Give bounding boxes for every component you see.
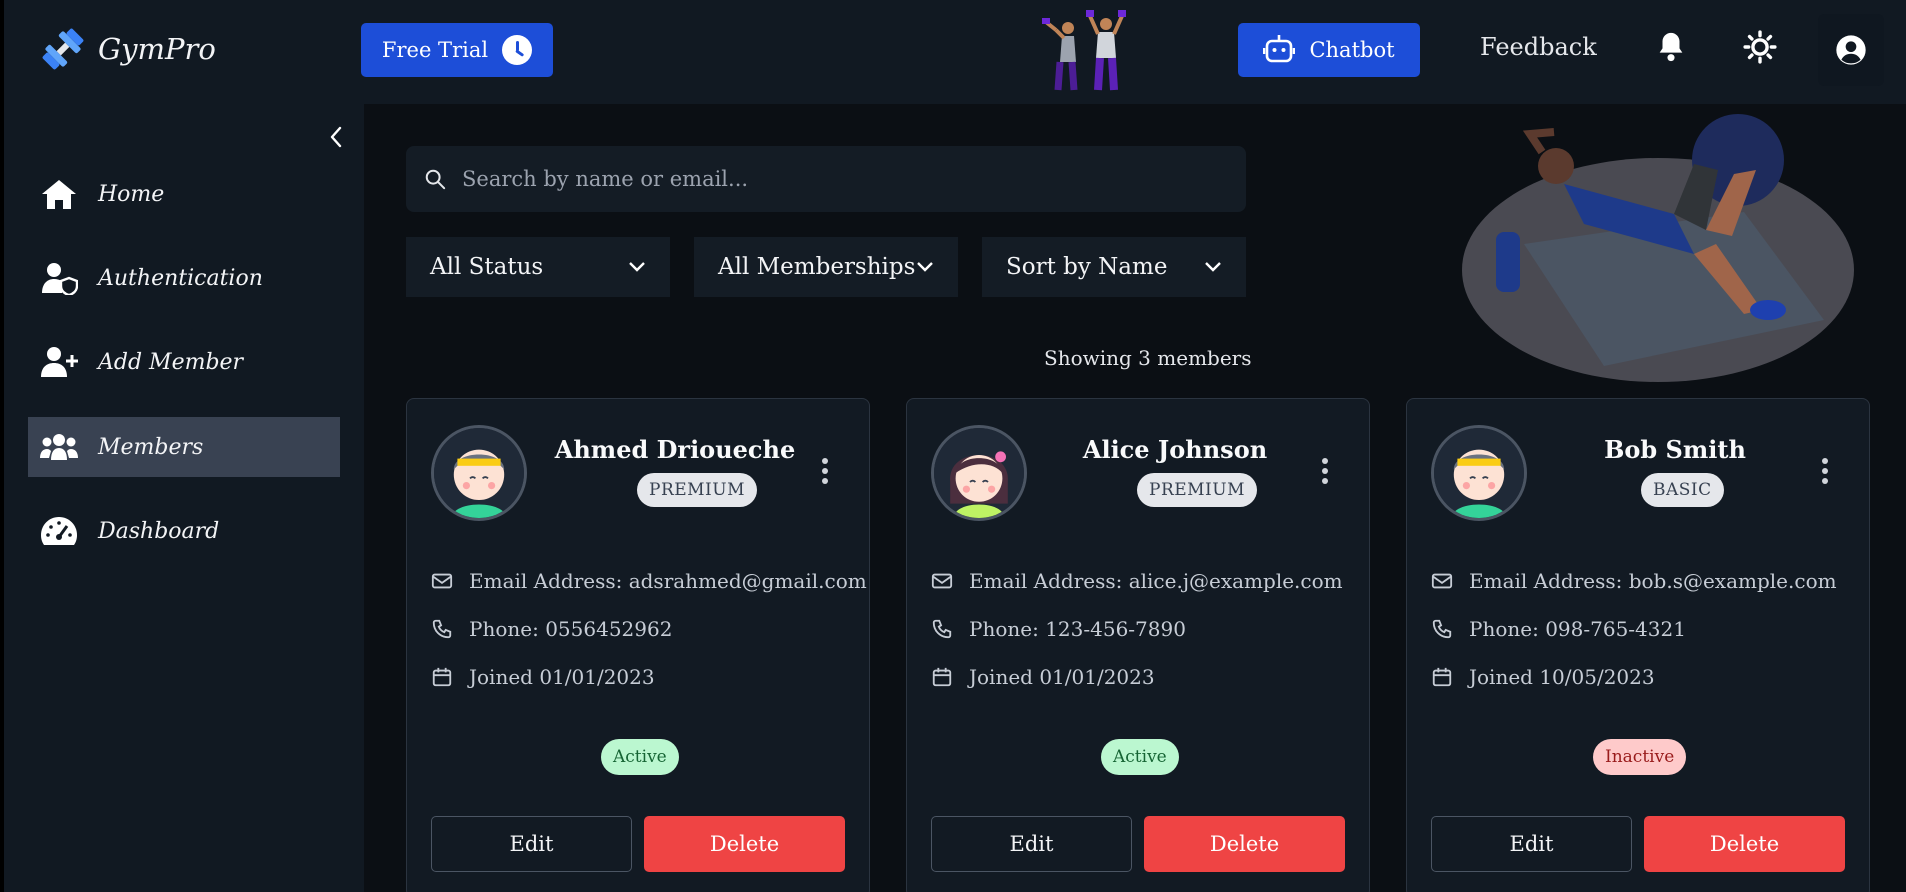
athletes-illustration bbox=[1042, 10, 1126, 91]
membership-badge: PREMIUM bbox=[1137, 473, 1258, 507]
sidebar-item-label: Home bbox=[98, 181, 165, 207]
edit-button[interactable]: Edit bbox=[431, 816, 632, 872]
free-trial-button[interactable]: Free Trial bbox=[361, 23, 553, 77]
bell-icon[interactable] bbox=[1654, 30, 1688, 64]
sidebar-item-dashboard[interactable]: Dashboard bbox=[28, 501, 340, 561]
membership-badge: PREMIUM bbox=[637, 473, 758, 507]
member-email: Email Address: adsrahmed@gmail.com bbox=[431, 569, 867, 593]
sidebar-item-home[interactable]: Home bbox=[28, 164, 340, 224]
sidebar-item-authentication[interactable]: Authentication bbox=[28, 248, 340, 308]
membership-filter-select[interactable]: All Memberships bbox=[694, 237, 958, 297]
sidebar-item-label: Dashboard bbox=[98, 518, 220, 544]
member-card: Bob Smith BASIC Email Address: bob.s@exa… bbox=[1406, 398, 1870, 892]
top-header: GymPro Free Trial Chatbot Feedback bbox=[4, 0, 1906, 104]
member-joined: Joined 01/01/2023 bbox=[931, 665, 1155, 689]
calendar-icon bbox=[432, 667, 452, 687]
chevron-down-icon bbox=[629, 262, 645, 272]
member-email: Email Address: alice.j@example.com bbox=[931, 569, 1343, 593]
user-plus-icon bbox=[41, 347, 78, 377]
avatar bbox=[931, 425, 1027, 521]
membership-filter-value: All Memberships bbox=[718, 254, 916, 280]
member-joined-text: Joined 01/01/2023 bbox=[969, 665, 1155, 689]
sun-icon[interactable] bbox=[1743, 30, 1777, 64]
member-phone: Phone: 123-456-7890 bbox=[931, 617, 1186, 641]
calendar-icon bbox=[1432, 667, 1452, 687]
mail-icon bbox=[1431, 573, 1453, 589]
profile-button[interactable] bbox=[1818, 14, 1884, 86]
member-email-text: Email Address: bob.s@example.com bbox=[1469, 569, 1837, 593]
sort-value: Sort by Name bbox=[1006, 254, 1168, 280]
member-phone-text: Phone: 123-456-7890 bbox=[969, 617, 1186, 641]
member-phone-text: Phone: 098-765-4321 bbox=[1469, 617, 1686, 641]
clock-icon bbox=[502, 35, 533, 65]
free-trial-label: Free Trial bbox=[381, 38, 489, 62]
sidebar-item-label: Authentication bbox=[98, 265, 263, 291]
user-shield-icon bbox=[42, 263, 78, 295]
status-badge: Active bbox=[601, 739, 679, 775]
more-options-icon[interactable] bbox=[1821, 457, 1829, 485]
delete-button[interactable]: Delete bbox=[1644, 816, 1845, 872]
sidebar-item-label: Add Member bbox=[98, 349, 244, 375]
mail-icon bbox=[431, 573, 453, 589]
sidebar-item-add-member[interactable]: Add Member bbox=[28, 332, 340, 392]
chatbot-label: Chatbot bbox=[1309, 38, 1395, 62]
home-icon bbox=[42, 180, 76, 209]
dumbbell-icon bbox=[42, 28, 84, 70]
delete-button[interactable]: Delete bbox=[1144, 816, 1345, 872]
calendar-icon bbox=[932, 667, 952, 687]
more-options-icon[interactable] bbox=[821, 457, 829, 485]
search-icon bbox=[425, 169, 446, 190]
member-phone-text: Phone: 0556452962 bbox=[469, 617, 673, 641]
member-phone: Phone: 0556452962 bbox=[431, 617, 672, 641]
brand-logo[interactable]: GymPro bbox=[38, 24, 216, 74]
brand-name: GymPro bbox=[98, 32, 216, 66]
gauge-icon bbox=[41, 517, 77, 545]
member-joined: Joined 01/01/2023 bbox=[431, 665, 655, 689]
status-badge: Active bbox=[1101, 739, 1179, 775]
users-icon bbox=[40, 434, 78, 460]
chevron-down-icon bbox=[917, 262, 933, 272]
sidebar-item-members[interactable]: Members bbox=[28, 417, 340, 477]
edit-button[interactable]: Edit bbox=[931, 816, 1132, 872]
phone-icon bbox=[932, 619, 952, 639]
search-input[interactable] bbox=[462, 167, 1222, 191]
search-bar[interactable] bbox=[406, 146, 1246, 212]
edit-button[interactable]: Edit bbox=[1431, 816, 1632, 872]
chevron-left-icon[interactable] bbox=[322, 122, 352, 152]
results-count: Showing 3 members bbox=[1044, 346, 1252, 370]
member-name: Alice Johnson bbox=[1082, 435, 1268, 464]
member-name: Bob Smith bbox=[1604, 435, 1746, 464]
feedback-link[interactable]: Feedback bbox=[1480, 33, 1597, 61]
phone-icon bbox=[432, 619, 452, 639]
member-name: Ahmed Drioueche bbox=[554, 435, 796, 464]
membership-badge: BASIC bbox=[1641, 473, 1724, 507]
status-badge: Inactive bbox=[1593, 739, 1687, 775]
member-joined: Joined 10/05/2023 bbox=[1431, 665, 1655, 689]
status-filter-select[interactable]: All Status bbox=[406, 237, 670, 297]
sidebar-item-label: Members bbox=[98, 434, 204, 460]
app-frame: GymPro Free Trial Chatbot Feedback Home … bbox=[4, 0, 1906, 892]
workout-illustration bbox=[1462, 114, 1854, 382]
phone-icon bbox=[1432, 619, 1452, 639]
status-filter-value: All Status bbox=[430, 254, 544, 280]
more-options-icon[interactable] bbox=[1321, 457, 1329, 485]
member-joined-text: Joined 01/01/2023 bbox=[469, 665, 655, 689]
member-email-text: Email Address: adsrahmed@gmail.com bbox=[469, 569, 867, 593]
avatar bbox=[431, 425, 527, 521]
sort-select[interactable]: Sort by Name bbox=[982, 237, 1246, 297]
delete-button[interactable]: Delete bbox=[644, 816, 845, 872]
avatar bbox=[1431, 425, 1527, 521]
member-email: Email Address: bob.s@example.com bbox=[1431, 569, 1837, 593]
mail-icon bbox=[931, 573, 953, 589]
chevron-down-icon bbox=[1205, 262, 1221, 272]
member-card: Alice Johnson PREMIUM Email Address: ali… bbox=[906, 398, 1370, 892]
member-joined-text: Joined 10/05/2023 bbox=[1469, 665, 1655, 689]
robot-icon bbox=[1263, 35, 1296, 63]
chatbot-button[interactable]: Chatbot bbox=[1238, 23, 1420, 77]
member-email-text: Email Address: alice.j@example.com bbox=[969, 569, 1343, 593]
user-circle-icon bbox=[1836, 35, 1866, 65]
member-phone: Phone: 098-765-4321 bbox=[1431, 617, 1686, 641]
member-card: Ahmed Drioueche PREMIUM Email Address: a… bbox=[406, 398, 870, 892]
sidebar: Home Authentication Add Member Members D… bbox=[4, 104, 364, 892]
